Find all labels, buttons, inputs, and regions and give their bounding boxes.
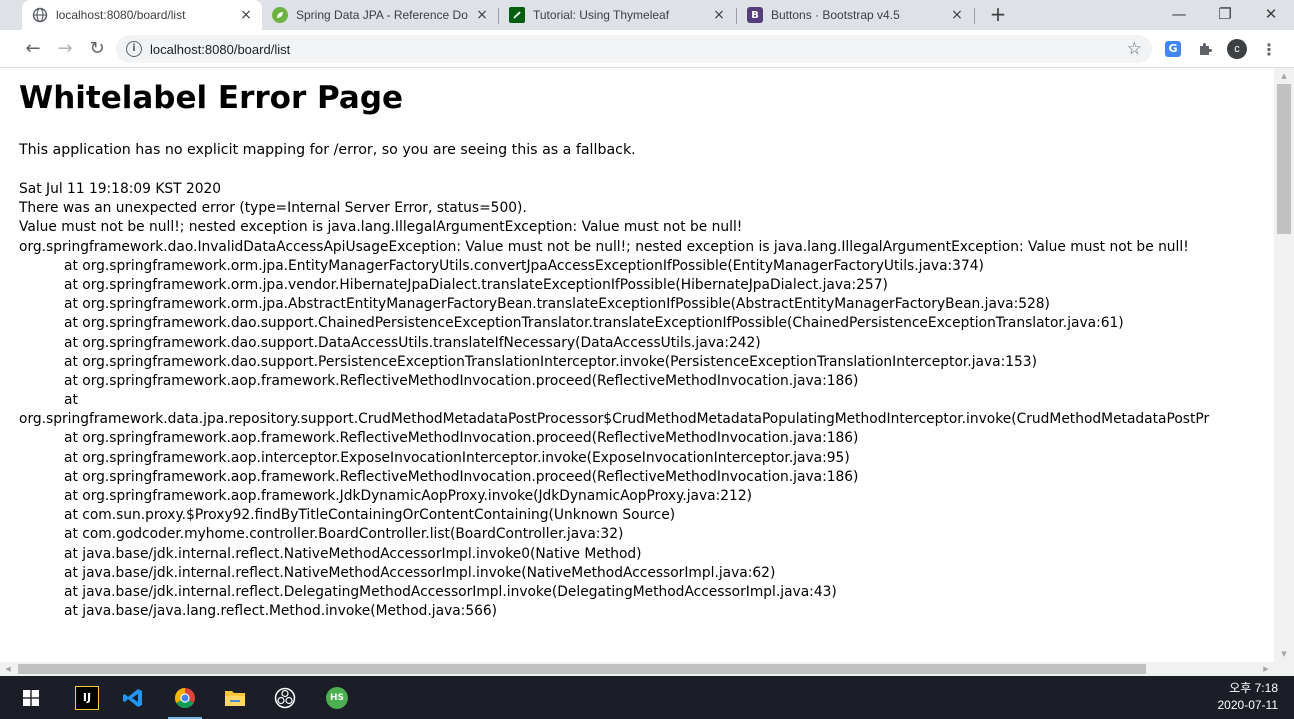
avatar: c <box>1227 39 1247 59</box>
taskbar-file-explorer[interactable] <box>212 676 258 719</box>
forward-button[interactable]: → <box>52 36 78 62</box>
stack-trace-line: at org.springframework.aop.framework.Ref… <box>64 430 859 447</box>
new-tab-button[interactable]: + <box>986 3 1010 27</box>
taskbar-heidisql[interactable]: HS <box>314 676 360 719</box>
spring-icon <box>272 7 288 23</box>
vertical-scroll-thumb[interactable] <box>1277 84 1291 234</box>
tab-title: Buttons · Bootstrap v4.5 <box>771 8 900 22</box>
profile-button[interactable]: c <box>1226 38 1248 60</box>
minimize-button[interactable]: — <box>1156 0 1202 30</box>
intellij-icon: IJ <box>75 685 99 710</box>
stack-trace-line: at org.springframework.aop.interceptor.E… <box>64 449 850 466</box>
taskbar-vscode[interactable] <box>110 676 156 719</box>
browser-menu-button[interactable]: ⋮ <box>1258 38 1280 60</box>
stack-trace-line: at org.springframework.dao.support.Chain… <box>64 315 1124 332</box>
browser-toolbar: ← → ↻ i localhost:8080/board/list ☆ G c … <box>0 30 1294 68</box>
page-content: Whitelabel Error Page This application h… <box>0 68 1274 662</box>
chrome-icon <box>175 687 195 708</box>
tab-title: localhost:8080/board/list <box>56 8 186 22</box>
tab-bootstrap[interactable]: B Buttons · Bootstrap v4.5 × <box>737 0 973 30</box>
scroll-down-arrow-icon[interactable]: ▼ <box>1274 646 1294 662</box>
back-button[interactable]: ← <box>20 36 46 62</box>
tab-thymeleaf[interactable]: Tutorial: Using Thymeleaf × <box>499 0 735 30</box>
windows-icon <box>23 689 39 706</box>
scroll-left-arrow-icon[interactable]: ◀ <box>0 662 16 676</box>
error-message-line: org.springframework.data.jpa.repository.… <box>19 411 1210 428</box>
bootstrap-icon: B <box>747 7 763 23</box>
obs-icon <box>274 687 296 708</box>
tab-close-icon[interactable]: × <box>472 7 492 23</box>
tab-title: Tutorial: Using Thymeleaf <box>533 8 670 22</box>
page-title: Whitelabel Error Page <box>19 80 404 116</box>
stack-trace-line: at java.base/jdk.internal.reflect.Native… <box>64 545 642 562</box>
tab-close-icon[interactable]: × <box>947 7 967 23</box>
google-translate-extension[interactable]: G <box>1162 38 1184 60</box>
restore-button[interactable]: ❐ <box>1202 0 1248 30</box>
address-url[interactable]: localhost:8080/board/list <box>150 42 290 57</box>
stack-trace-line: at org.springframework.dao.support.Persi… <box>64 353 1037 370</box>
error-message-line: org.springframework.dao.InvalidDataAcces… <box>19 238 1189 255</box>
site-info-icon[interactable]: i <box>126 41 142 57</box>
horizontal-scroll-thumb[interactable] <box>18 664 1146 674</box>
bookmark-star-icon[interactable]: ☆ <box>1127 39 1142 59</box>
vscode-icon <box>123 688 142 707</box>
translate-icon: G <box>1165 41 1181 57</box>
tab-close-icon[interactable]: × <box>236 7 256 23</box>
error-message-line: There was an unexpected error (type=Inte… <box>19 200 527 217</box>
globe-icon <box>32 7 48 23</box>
scroll-up-arrow-icon[interactable]: ▲ <box>1274 68 1294 84</box>
stack-trace-line: at java.base/jdk.internal.reflect.Native… <box>64 564 776 581</box>
stack-trace-line: at java.base/jdk.internal.reflect.Delega… <box>64 583 837 600</box>
error-timestamp: Sat Jul 11 19:18:09 KST 2020 <box>19 181 222 197</box>
stack-trace-line: at org.springframework.orm.jpa.EntityMan… <box>64 257 984 274</box>
start-button[interactable] <box>8 676 54 719</box>
stack-trace-line: at org.springframework.aop.framework.Ref… <box>64 372 859 389</box>
thymeleaf-icon <box>509 7 525 23</box>
address-bar[interactable]: i localhost:8080/board/list ☆ <box>116 35 1152 63</box>
tab-close-icon[interactable]: × <box>709 7 729 23</box>
puzzle-icon <box>1200 43 1212 55</box>
error-message-line: Value must not be null!; nested exceptio… <box>19 219 743 236</box>
clock-time: 오후 7:18 <box>1229 681 1278 695</box>
windows-taskbar: IJ HS 오후 7:18 2020-07-11 <box>0 676 1294 719</box>
tab-spring-data-jpa[interactable]: Spring Data JPA - Reference Do × <box>262 0 498 30</box>
reload-button[interactable]: ↻ <box>84 36 110 62</box>
stack-trace-line: at org.springframework.orm.jpa.AbstractE… <box>64 296 1050 313</box>
vertical-scrollbar[interactable]: ▲ ▼ <box>1274 68 1294 662</box>
taskbar-chrome[interactable] <box>162 676 208 719</box>
stack-trace-line: at java.base/java.lang.reflect.Method.in… <box>64 603 498 620</box>
tab-localhost[interactable]: localhost:8080/board/list × <box>22 0 262 30</box>
stack-trace-line: at <box>64 392 78 409</box>
tab-strip: localhost:8080/board/list × Spring Data … <box>0 0 1294 30</box>
taskbar-intellij[interactable]: IJ <box>64 676 110 719</box>
stack-trace-line: at com.sun.proxy.$Proxy92.findByTitleCon… <box>64 507 676 524</box>
folder-icon <box>225 690 245 706</box>
stack-trace-line: at org.springframework.dao.support.DataA… <box>64 334 761 351</box>
taskbar-obs[interactable] <box>262 676 308 719</box>
horizontal-scrollbar[interactable]: ◀ ▶ <box>0 662 1294 676</box>
close-window-button[interactable]: ✕ <box>1248 0 1294 30</box>
stack-trace-line: at org.springframework.aop.framework.Jdk… <box>64 488 752 504</box>
heidisql-icon: HS <box>326 686 348 709</box>
scroll-right-arrow-icon[interactable]: ▶ <box>1258 662 1274 676</box>
more-vert-icon: ⋮ <box>1261 39 1277 59</box>
stack-trace-line: at org.springframework.aop.framework.Ref… <box>64 468 859 485</box>
stack-trace-line: at org.springframework.orm.jpa.vendor.Hi… <box>64 276 888 293</box>
page-description: This application has no explicit mapping… <box>19 142 636 158</box>
system-clock[interactable]: 오후 7:18 2020-07-11 <box>1218 680 1279 714</box>
clock-date: 2020-07-11 <box>1217 698 1279 712</box>
stack-trace-line: at com.godcoder.myhome.controller.BoardC… <box>64 526 624 543</box>
extensions-button[interactable] <box>1194 38 1216 60</box>
tab-title: Spring Data JPA - Reference Do <box>296 8 468 22</box>
tab-separator <box>974 8 975 24</box>
error-details: Sat Jul 11 19:18:09 KST 2020 There was a… <box>19 180 1209 621</box>
